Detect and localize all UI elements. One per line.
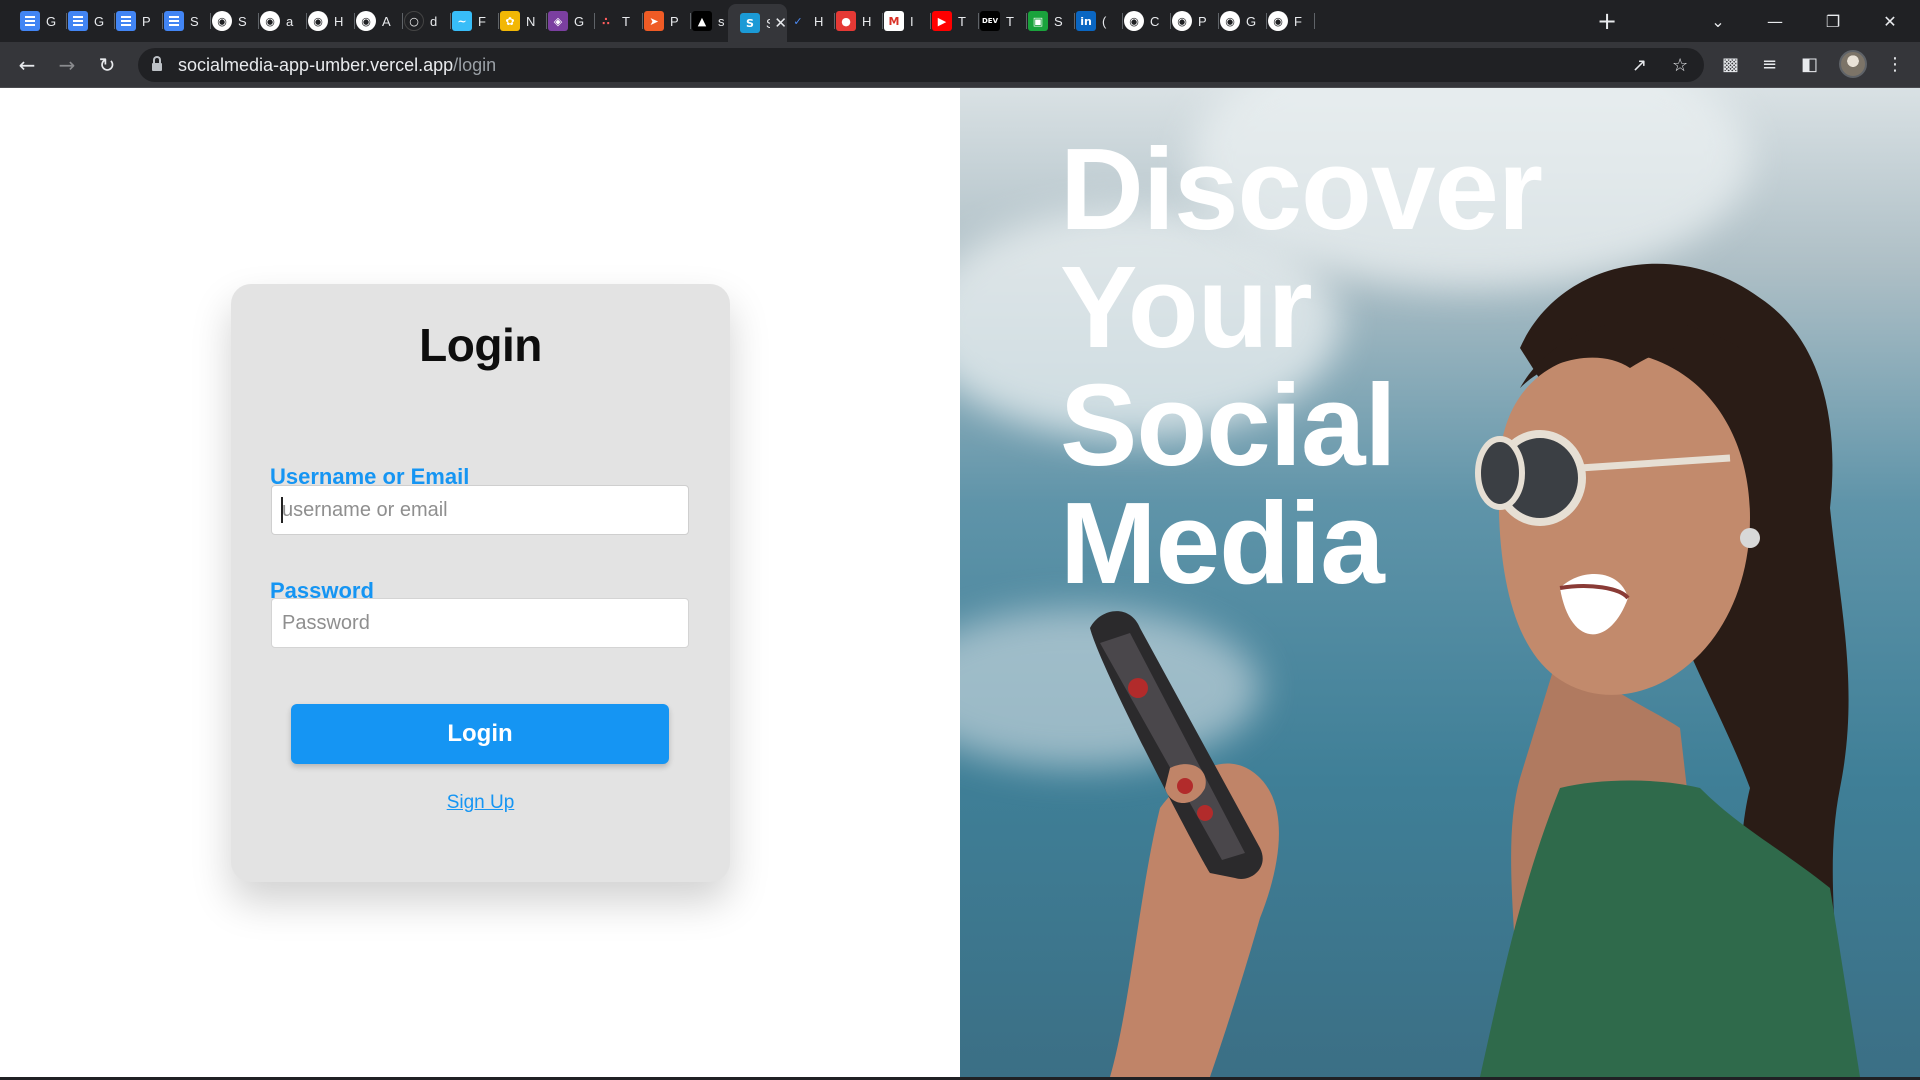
tailwind-icon: ~ xyxy=(452,11,472,31)
graphql-icon: ◈ xyxy=(548,11,568,31)
tab-title: T xyxy=(958,13,966,29)
media-queue-icon[interactable]: ≡ xyxy=(1762,54,1777,75)
hero-line-3: Social xyxy=(1060,360,1397,490)
tab-strip: + ⌄ — ❐ ✕ G G P S ◉ S ◉ a ◉ H ◉ A ○ d ~ F ✿ N ◈ G ∴ T ➤ P ▲ s S S ✕ ✓… xyxy=(0,0,1920,42)
youtube-icon: ▶ xyxy=(932,11,952,31)
back-arrow-icon[interactable]: ← xyxy=(12,50,42,80)
check-icon: ✓ xyxy=(788,11,808,31)
tab-title: N xyxy=(526,13,536,29)
login-button[interactable]: Login xyxy=(291,704,669,764)
tab-separator xyxy=(1314,13,1315,29)
close-window-icon[interactable]: ✕ xyxy=(1867,0,1913,42)
hero-line-1: Discover xyxy=(1060,124,1543,254)
tab-title: S xyxy=(238,13,247,29)
tab-title: S xyxy=(766,15,771,31)
password-input[interactable] xyxy=(271,598,689,648)
page-viewport: Login Username or Email Password Login S… xyxy=(0,88,1920,1077)
gmail-icon: M xyxy=(884,11,904,31)
github-icon: ◉ xyxy=(1172,11,1192,31)
hero-headline: Discover Your Social Media xyxy=(1060,124,1543,608)
google-docs-icon xyxy=(68,11,88,31)
tab-title: a xyxy=(286,13,294,29)
tab-title: P xyxy=(1198,13,1207,29)
hero-line-4: Media xyxy=(1060,478,1385,608)
tab-title: ( xyxy=(1102,13,1107,29)
tab-title: G xyxy=(94,13,104,29)
tab-title: S xyxy=(1054,13,1063,29)
login-title: Login xyxy=(419,319,542,371)
tab-title: I xyxy=(910,13,914,29)
share-icon[interactable]: ↗ xyxy=(1632,55,1647,76)
reload-icon[interactable]: ↻ xyxy=(92,50,122,80)
tab-title: F xyxy=(478,13,486,29)
more-menu-icon[interactable]: ⋮ xyxy=(1886,54,1904,75)
tab-title: H xyxy=(862,13,872,29)
minimize-icon[interactable]: — xyxy=(1752,0,1798,42)
flower-icon: ✿ xyxy=(500,11,520,31)
address-bar[interactable]: socialmedia-app-umber.vercel.app/login ↗… xyxy=(138,48,1704,82)
tab-title: P xyxy=(142,13,151,29)
google-docs-icon xyxy=(164,11,184,31)
github-icon: ◉ xyxy=(1124,11,1144,31)
login-card: Login Username or Email Password Login S… xyxy=(231,284,730,882)
github-icon: ◉ xyxy=(356,11,376,31)
tab-title: P xyxy=(670,13,679,29)
tab-title: S xyxy=(190,13,199,29)
google-docs-icon xyxy=(116,11,136,31)
profile-avatar[interactable] xyxy=(1839,50,1867,78)
url-host: socialmedia-app-umber.vercel.app xyxy=(178,54,454,75)
login-panel: Login Username or Email Password Login S… xyxy=(0,88,960,1077)
tab-title: T xyxy=(622,13,630,29)
sign-up-link[interactable]: Sign Up xyxy=(231,792,730,814)
green-box-icon: ▣ xyxy=(1028,11,1048,31)
s-badge-icon: S xyxy=(740,13,760,33)
linkedin-icon: in xyxy=(1076,11,1096,31)
new-tab-button[interactable]: + xyxy=(1597,8,1617,34)
lock-icon[interactable] xyxy=(152,56,162,71)
bookmark-star-icon[interactable]: ☆ xyxy=(1672,55,1688,76)
github-icon: ◉ xyxy=(212,11,232,31)
vercel-icon: ▲ xyxy=(692,11,712,31)
hero-line-2: Your xyxy=(1060,242,1313,372)
restore-icon[interactable]: ❐ xyxy=(1810,0,1856,42)
forward-arrow-icon[interactable]: → xyxy=(52,50,82,80)
github-icon: ◉ xyxy=(1268,11,1288,31)
tab-title: A xyxy=(382,13,391,29)
url-path: /login xyxy=(453,54,497,75)
tab-title: s xyxy=(718,13,725,29)
google-docs-icon xyxy=(20,11,40,31)
browser-toolbar: ← → ↻ socialmedia-app-umber.vercel.app/l… xyxy=(0,42,1920,88)
tab-title: H xyxy=(814,13,824,29)
tab-search-chevron-icon[interactable]: ⌄ xyxy=(1695,0,1741,42)
tab-title: d xyxy=(430,13,438,29)
github-icon: ◉ xyxy=(260,11,280,31)
hero-image-panel: Discover Your Social Media xyxy=(960,88,1920,1077)
extensions-puzzle-icon[interactable]: ▩ xyxy=(1722,54,1739,75)
github-icon: ◉ xyxy=(308,11,328,31)
browser-tab[interactable]: ◉ F xyxy=(1256,6,1315,36)
dots-icon: ∴ xyxy=(596,11,616,31)
tab-title: C xyxy=(1150,13,1160,29)
tab-title: G xyxy=(46,13,56,29)
username-input[interactable] xyxy=(271,485,689,535)
side-panel-icon[interactable]: ◧ xyxy=(1801,54,1818,75)
url-text[interactable]: socialmedia-app-umber.vercel.app/login xyxy=(178,55,496,76)
tab-title: G xyxy=(1246,13,1256,29)
circle-icon: ○ xyxy=(404,11,424,31)
text-caret xyxy=(281,497,283,523)
dev-icon: DEV xyxy=(980,11,1000,31)
tab-title: G xyxy=(574,13,584,29)
postman-icon: ➤ xyxy=(644,11,664,31)
github-icon: ◉ xyxy=(1220,11,1240,31)
tab-title: F xyxy=(1294,13,1302,29)
tab-title: H xyxy=(334,13,344,29)
tab-title: T xyxy=(1006,13,1014,29)
pokeball-icon: ● xyxy=(836,11,856,31)
